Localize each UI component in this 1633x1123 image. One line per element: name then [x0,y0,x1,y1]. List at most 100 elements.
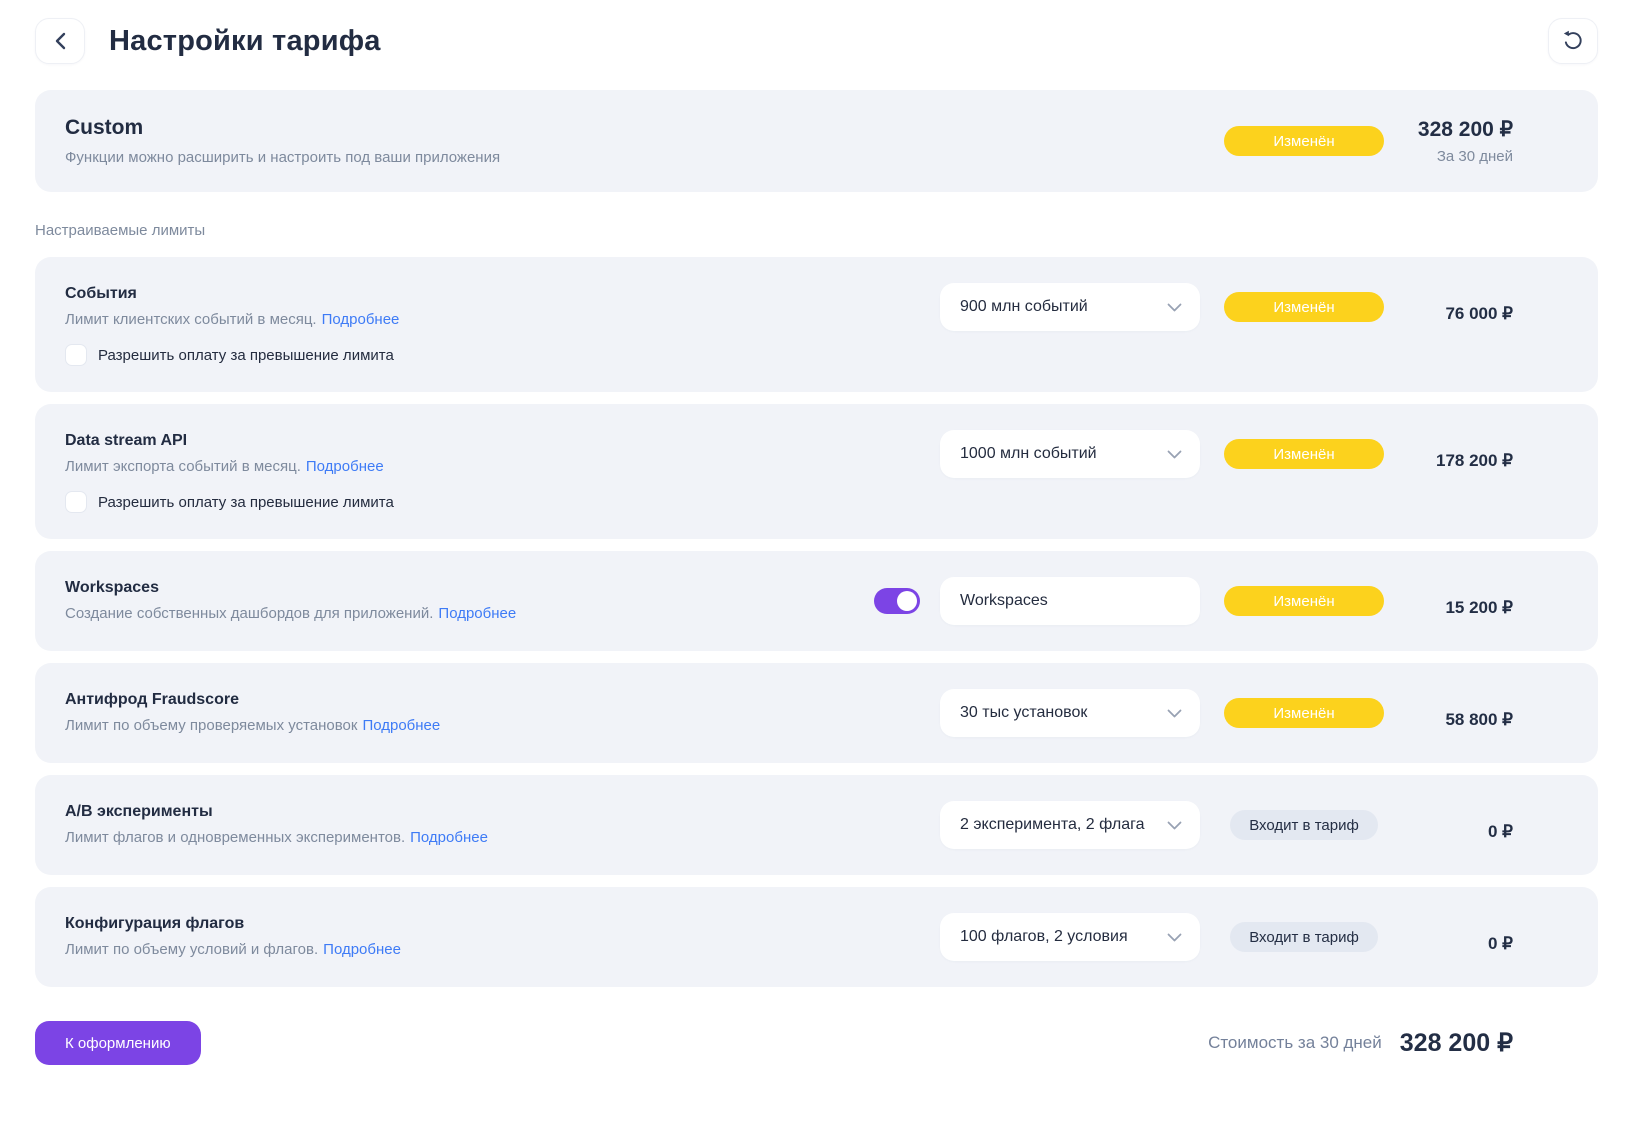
chevron-down-icon [1167,709,1182,718]
limit-controls: 30 тыс установок Изменён 58 800 ₽ [940,689,1568,737]
limit-description-text: Лимит флагов и одновременных эксперимент… [65,829,405,846]
limit-description: Создание собственных дашбордов для прило… [65,605,874,622]
limit-badge-column: Изменён [1224,698,1384,728]
limit-controls: Workspaces Изменён 15 200 ₽ [874,577,1568,625]
limit-description-text: Лимит экспорта событий в месяц. [65,458,301,475]
limit-row: События Лимит клиентских событий в месяц… [35,257,1598,392]
details-link[interactable]: Подробнее [322,311,400,328]
limit-info: События Лимит клиентских событий в месяц… [65,283,940,366]
page-title: Настройки тарифа [109,25,381,58]
page-header: Настройки тарифа [35,12,1598,70]
limit-row: Конфигурация флагов Лимит по объему усло… [35,887,1598,987]
limit-title: События [65,285,940,303]
limit-badge-column: Изменён [1224,292,1384,322]
total-price: 328 200 ₽ [1400,1028,1513,1058]
details-link[interactable]: Подробнее [362,717,440,734]
limit-info: Конфигурация флагов Лимит по объему усло… [65,913,940,958]
plan-info: Custom Функции можно расширить и настрои… [65,116,1200,166]
limit-description-text: Лимит клиентских событий в месяц. [65,311,317,328]
limit-status-badge: Изменён [1224,439,1384,469]
plan-name: Custom [65,116,1200,140]
limit-price-column: 178 200 ₽ [1408,438,1568,471]
limit-info: Workspaces Создание собственных дашбордо… [65,577,874,622]
plan-description: Функции можно расширить и настроить под … [65,149,1200,166]
limit-select-value: 30 тыс установок [960,704,1087,722]
plan-summary-card: Custom Функции можно расширить и настрои… [35,90,1598,192]
toggle-knob [897,591,917,611]
limit-select-value: 100 флагов, 2 условия [960,928,1128,946]
limit-select-value: 900 млн событий [960,298,1088,316]
limit-description-text: Лимит по объему проверяемых установок [65,717,357,734]
limit-description-text: Лимит по объему условий и флагов. [65,941,318,958]
limit-row: Антифрод Fraudscore Лимит по объему пров… [35,663,1598,763]
section-title-limits: Настраиваемые лимиты [35,222,1598,239]
details-link[interactable]: Подробнее [438,605,516,622]
details-link[interactable]: Подробнее [306,458,384,475]
limit-price: 58 800 ₽ [1408,710,1513,730]
chevron-down-icon [1167,450,1182,459]
limit-description: Лимит по объему условий и флагов. Подробн… [65,941,940,958]
plan-badge-column: Изменён [1224,126,1384,156]
limit-row: A/B эксперименты Лимит флагов и одноврем… [35,775,1598,875]
overage-checkbox-label: Разрешить оплату за превышение лимита [98,494,394,511]
limit-status-badge: Входит в тариф [1230,922,1378,952]
limit-select[interactable]: 900 млн событий [940,283,1200,331]
limit-badge-column: Входит в тариф [1224,922,1384,952]
limit-select[interactable]: 100 флагов, 2 условия [940,913,1200,961]
plan-price: 328 200 ₽ [1408,117,1513,142]
limit-title: Workspaces [65,579,874,597]
plan-price-column: 328 200 ₽ За 30 дней [1408,117,1568,165]
limit-status-badge: Входит в тариф [1230,810,1378,840]
limit-description: Лимит по объему проверяемых установок Под… [65,717,940,734]
plan-period: За 30 дней [1408,148,1513,165]
limit-price: 15 200 ₽ [1408,598,1513,618]
reset-button[interactable] [1548,18,1598,64]
limit-title: Data stream API [65,432,940,450]
overage-checkbox[interactable] [65,344,87,366]
limit-controls: 2 эксперимента, 2 флага Входит в тариф 0… [940,801,1568,849]
chevron-down-icon [1167,303,1182,312]
limit-controls: 1000 млн событий Изменён 178 200 ₽ [940,430,1568,478]
reset-icon [1562,30,1584,52]
limit-select[interactable]: 30 тыс установок [940,689,1200,737]
limit-price: 178 200 ₽ [1408,451,1513,471]
limit-price-column: 58 800 ₽ [1408,697,1568,730]
chevron-left-icon [55,32,66,50]
limit-select[interactable]: 2 эксперимента, 2 флага [940,801,1200,849]
limit-select[interactable]: 1000 млн событий [940,430,1200,478]
limit-badge-column: Входит в тариф [1224,810,1384,840]
limit-select[interactable]: Workspaces [940,577,1200,625]
overage-checkbox-row: Разрешить оплату за превышение лимита [65,491,940,513]
limit-title: Конфигурация флагов [65,915,940,933]
details-link[interactable]: Подробнее [323,941,401,958]
overage-checkbox[interactable] [65,491,87,513]
page-footer: К оформлению Стоимость за 30 дней 328 20… [35,1021,1598,1065]
details-link[interactable]: Подробнее [410,829,488,846]
limit-price: 0 ₽ [1408,934,1513,954]
limit-price: 76 000 ₽ [1408,304,1513,324]
limit-badge-column: Изменён [1224,439,1384,469]
chevron-down-icon [1167,933,1182,942]
limit-price-column: 0 ₽ [1408,921,1568,954]
limit-price-column: 15 200 ₽ [1408,585,1568,618]
total-wrap: Стоимость за 30 дней 328 200 ₽ [1208,1028,1598,1058]
overage-checkbox-row: Разрешить оплату за превышение лимита [65,344,940,366]
limit-title: Антифрод Fraudscore [65,691,940,709]
feature-toggle[interactable] [874,588,920,614]
checkout-button[interactable]: К оформлению [35,1021,201,1065]
limits-list: События Лимит клиентских событий в месяц… [35,257,1598,987]
limit-info: A/B эксперименты Лимит флагов и одноврем… [65,801,940,846]
limit-badge-column: Изменён [1224,586,1384,616]
plan-status-badge: Изменён [1224,126,1384,156]
limit-select-value: 2 эксперимента, 2 флага [960,816,1145,834]
limit-row: Data stream API Лимит экспорта событий в… [35,404,1598,539]
limit-controls: 900 млн событий Изменён 76 000 ₽ [940,283,1568,331]
limit-description: Лимит клиентских событий в месяц. Подробн… [65,311,940,328]
overage-checkbox-label: Разрешить оплату за превышение лимита [98,347,394,364]
chevron-down-icon [1167,821,1182,830]
limit-price: 0 ₽ [1408,822,1513,842]
limit-title: A/B эксперименты [65,803,940,821]
limit-status-badge: Изменён [1224,698,1384,728]
tariff-settings-page: Настройки тарифа Custom Функции можно ра… [0,0,1633,1065]
back-button[interactable] [35,18,85,64]
